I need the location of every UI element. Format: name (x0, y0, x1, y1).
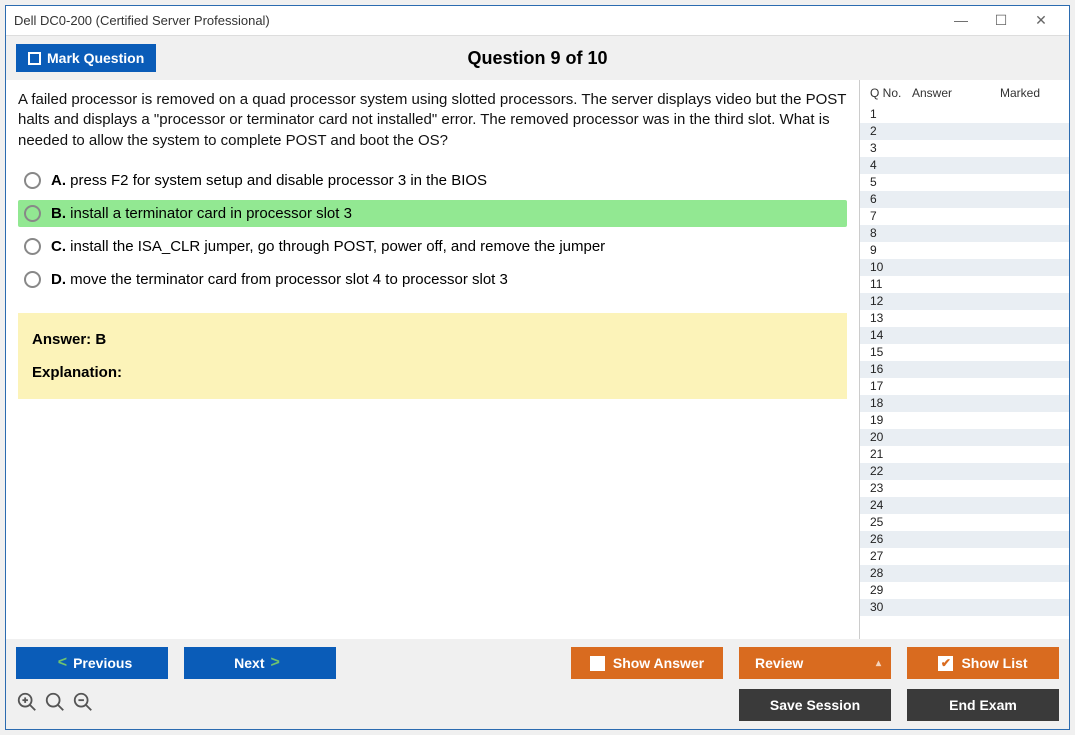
explanation-label: Explanation: (32, 364, 122, 381)
save-session-label: Save Session (770, 697, 860, 713)
show-list-button[interactable]: ✔ Show List (907, 647, 1059, 679)
list-item[interactable]: 5 (860, 174, 1069, 191)
list-item[interactable]: 12 (860, 293, 1069, 310)
list-item[interactable]: 16 (860, 361, 1069, 378)
list-item[interactable]: 23 (860, 480, 1069, 497)
next-label: Next (234, 655, 264, 671)
titlebar: Dell DC0-200 (Certified Server Professio… (6, 6, 1069, 36)
side-header: Q No. Answer Marked (860, 80, 1069, 106)
maximize-icon[interactable]: ☐ (981, 12, 1021, 29)
col-marked: Marked (990, 86, 1050, 100)
radio-icon[interactable] (24, 205, 41, 222)
question-counter: Question 9 of 10 (6, 48, 1069, 69)
radio-icon[interactable] (24, 172, 41, 189)
header: Mark Question Question 9 of 10 (6, 36, 1069, 80)
previous-label: Previous (73, 655, 132, 671)
options-list: A. press F2 for system setup and disable… (18, 167, 847, 293)
previous-button[interactable]: < Previous (16, 647, 168, 679)
zoom-reset-icon[interactable] (44, 691, 66, 719)
list-item[interactable]: 9 (860, 242, 1069, 259)
checkbox-checked-icon: ✔ (938, 656, 953, 671)
list-item[interactable]: 26 (860, 531, 1069, 548)
show-list-label: Show List (961, 655, 1027, 671)
footer-row-1: < Previous Next > Show Answer Review ▴ ✔… (16, 647, 1059, 679)
option-row[interactable]: B. install a terminator card in processo… (18, 200, 847, 227)
mark-question-button[interactable]: Mark Question (16, 44, 156, 72)
list-item[interactable]: 6 (860, 191, 1069, 208)
review-button[interactable]: Review ▴ (739, 647, 891, 679)
list-item[interactable]: 2 (860, 123, 1069, 140)
app-window: Dell DC0-200 (Certified Server Professio… (5, 5, 1070, 730)
side-panel: Q No. Answer Marked 12345678910111213141… (859, 80, 1069, 639)
minimize-icon[interactable]: — (941, 12, 981, 29)
list-item[interactable]: 28 (860, 565, 1069, 582)
checkbox-icon (28, 52, 41, 65)
option-label: C. install the ISA_CLR jumper, go throug… (51, 238, 605, 255)
list-item[interactable]: 1 (860, 106, 1069, 123)
end-exam-button[interactable]: End Exam (907, 689, 1059, 721)
next-button[interactable]: Next > (184, 647, 336, 679)
list-item[interactable]: 27 (860, 548, 1069, 565)
close-icon[interactable]: ✕ (1021, 12, 1061, 29)
zoom-out-icon[interactable] (72, 691, 94, 719)
list-item[interactable]: 20 (860, 429, 1069, 446)
list-item[interactable]: 29 (860, 582, 1069, 599)
col-qno: Q No. (864, 86, 912, 100)
list-item[interactable]: 22 (860, 463, 1069, 480)
option-row[interactable]: A. press F2 for system setup and disable… (18, 167, 847, 194)
radio-icon[interactable] (24, 271, 41, 288)
list-item[interactable]: 19 (860, 412, 1069, 429)
window-controls: — ☐ ✕ (941, 12, 1061, 29)
review-label: Review (755, 655, 803, 671)
mark-question-label: Mark Question (47, 50, 144, 66)
answer-box: Answer: B Explanation: (18, 313, 847, 399)
option-row[interactable]: D. move the terminator card from process… (18, 266, 847, 293)
list-item[interactable]: 17 (860, 378, 1069, 395)
footer: < Previous Next > Show Answer Review ▴ ✔… (6, 639, 1069, 729)
option-row[interactable]: C. install the ISA_CLR jumper, go throug… (18, 233, 847, 260)
save-session-button[interactable]: Save Session (739, 689, 891, 721)
zoom-in-icon[interactable] (16, 691, 38, 719)
window-title: Dell DC0-200 (Certified Server Professio… (14, 13, 941, 28)
list-item[interactable]: 18 (860, 395, 1069, 412)
show-answer-label: Show Answer (613, 655, 704, 671)
list-item[interactable]: 25 (860, 514, 1069, 531)
list-item[interactable]: 14 (860, 327, 1069, 344)
list-item[interactable]: 30 (860, 599, 1069, 616)
answer-label: Answer: B (32, 331, 833, 348)
list-item[interactable]: 3 (860, 140, 1069, 157)
option-label: B. install a terminator card in processo… (51, 205, 352, 222)
list-item[interactable]: 15 (860, 344, 1069, 361)
list-item[interactable]: 21 (860, 446, 1069, 463)
show-answer-button[interactable]: Show Answer (571, 647, 723, 679)
list-item[interactable]: 10 (860, 259, 1069, 276)
footer-row-2: Save Session End Exam (16, 689, 1059, 721)
list-item[interactable]: 8 (860, 225, 1069, 242)
question-list[interactable]: 1234567891011121314151617181920212223242… (860, 106, 1069, 639)
checkbox-icon (590, 656, 605, 671)
end-exam-label: End Exam (949, 697, 1017, 713)
list-item[interactable]: 11 (860, 276, 1069, 293)
chevron-left-icon: < (52, 654, 73, 672)
col-answer: Answer (912, 86, 990, 100)
zoom-controls (16, 691, 94, 719)
list-item[interactable]: 24 (860, 497, 1069, 514)
option-label: D. move the terminator card from process… (51, 271, 508, 288)
option-label: A. press F2 for system setup and disable… (51, 172, 487, 189)
question-text: A failed processor is removed on a quad … (18, 90, 847, 151)
chevron-right-icon: > (265, 654, 286, 672)
radio-icon[interactable] (24, 238, 41, 255)
list-item[interactable]: 13 (860, 310, 1069, 327)
main-pane: A failed processor is removed on a quad … (6, 80, 859, 639)
list-item[interactable]: 4 (860, 157, 1069, 174)
chevron-up-icon: ▴ (876, 658, 881, 669)
body: A failed processor is removed on a quad … (6, 80, 1069, 639)
list-item[interactable]: 7 (860, 208, 1069, 225)
